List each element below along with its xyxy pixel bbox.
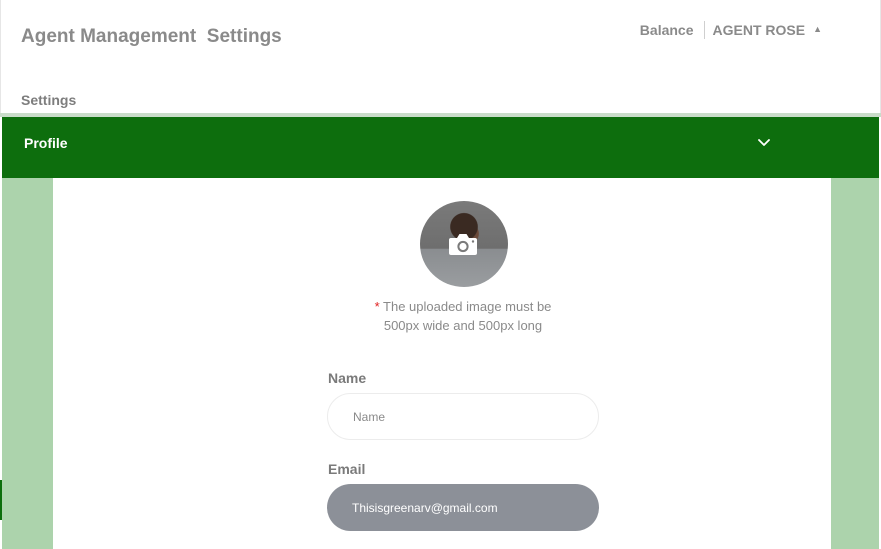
- chevron-down-icon[interactable]: [756, 135, 772, 151]
- name-field-label: Name: [328, 370, 367, 386]
- page-title: Agent Management Settings: [21, 26, 282, 47]
- right-side-panel: [831, 178, 879, 549]
- camera-icon[interactable]: [447, 231, 479, 257]
- user-name: AGENT ROSE: [712, 22, 806, 38]
- image-size-note-text: The uploaded image must be 500px wide an…: [379, 299, 552, 333]
- balance-link[interactable]: Balance: [640, 22, 704, 38]
- breadcrumb: Settings: [21, 92, 77, 108]
- image-size-note: * The uploaded image must be 500px wide …: [363, 298, 563, 335]
- name-input[interactable]: [327, 393, 599, 440]
- profile-section-title: Profile: [24, 135, 68, 151]
- top-header: Agent Management Settings Balance AGENT …: [0, 0, 881, 114]
- left-edge-indicator: [0, 480, 2, 520]
- header-account-area: Balance AGENT ROSE ▲: [640, 21, 822, 39]
- user-menu-button[interactable]: AGENT ROSE ▲: [713, 22, 823, 38]
- email-field-label: Email: [328, 461, 366, 477]
- header-divider: [703, 21, 705, 39]
- email-input[interactable]: [327, 484, 599, 531]
- left-side-panel: [2, 178, 53, 549]
- profile-section-header[interactable]: Profile: [2, 117, 879, 178]
- caret-up-icon: ▲: [813, 24, 822, 34]
